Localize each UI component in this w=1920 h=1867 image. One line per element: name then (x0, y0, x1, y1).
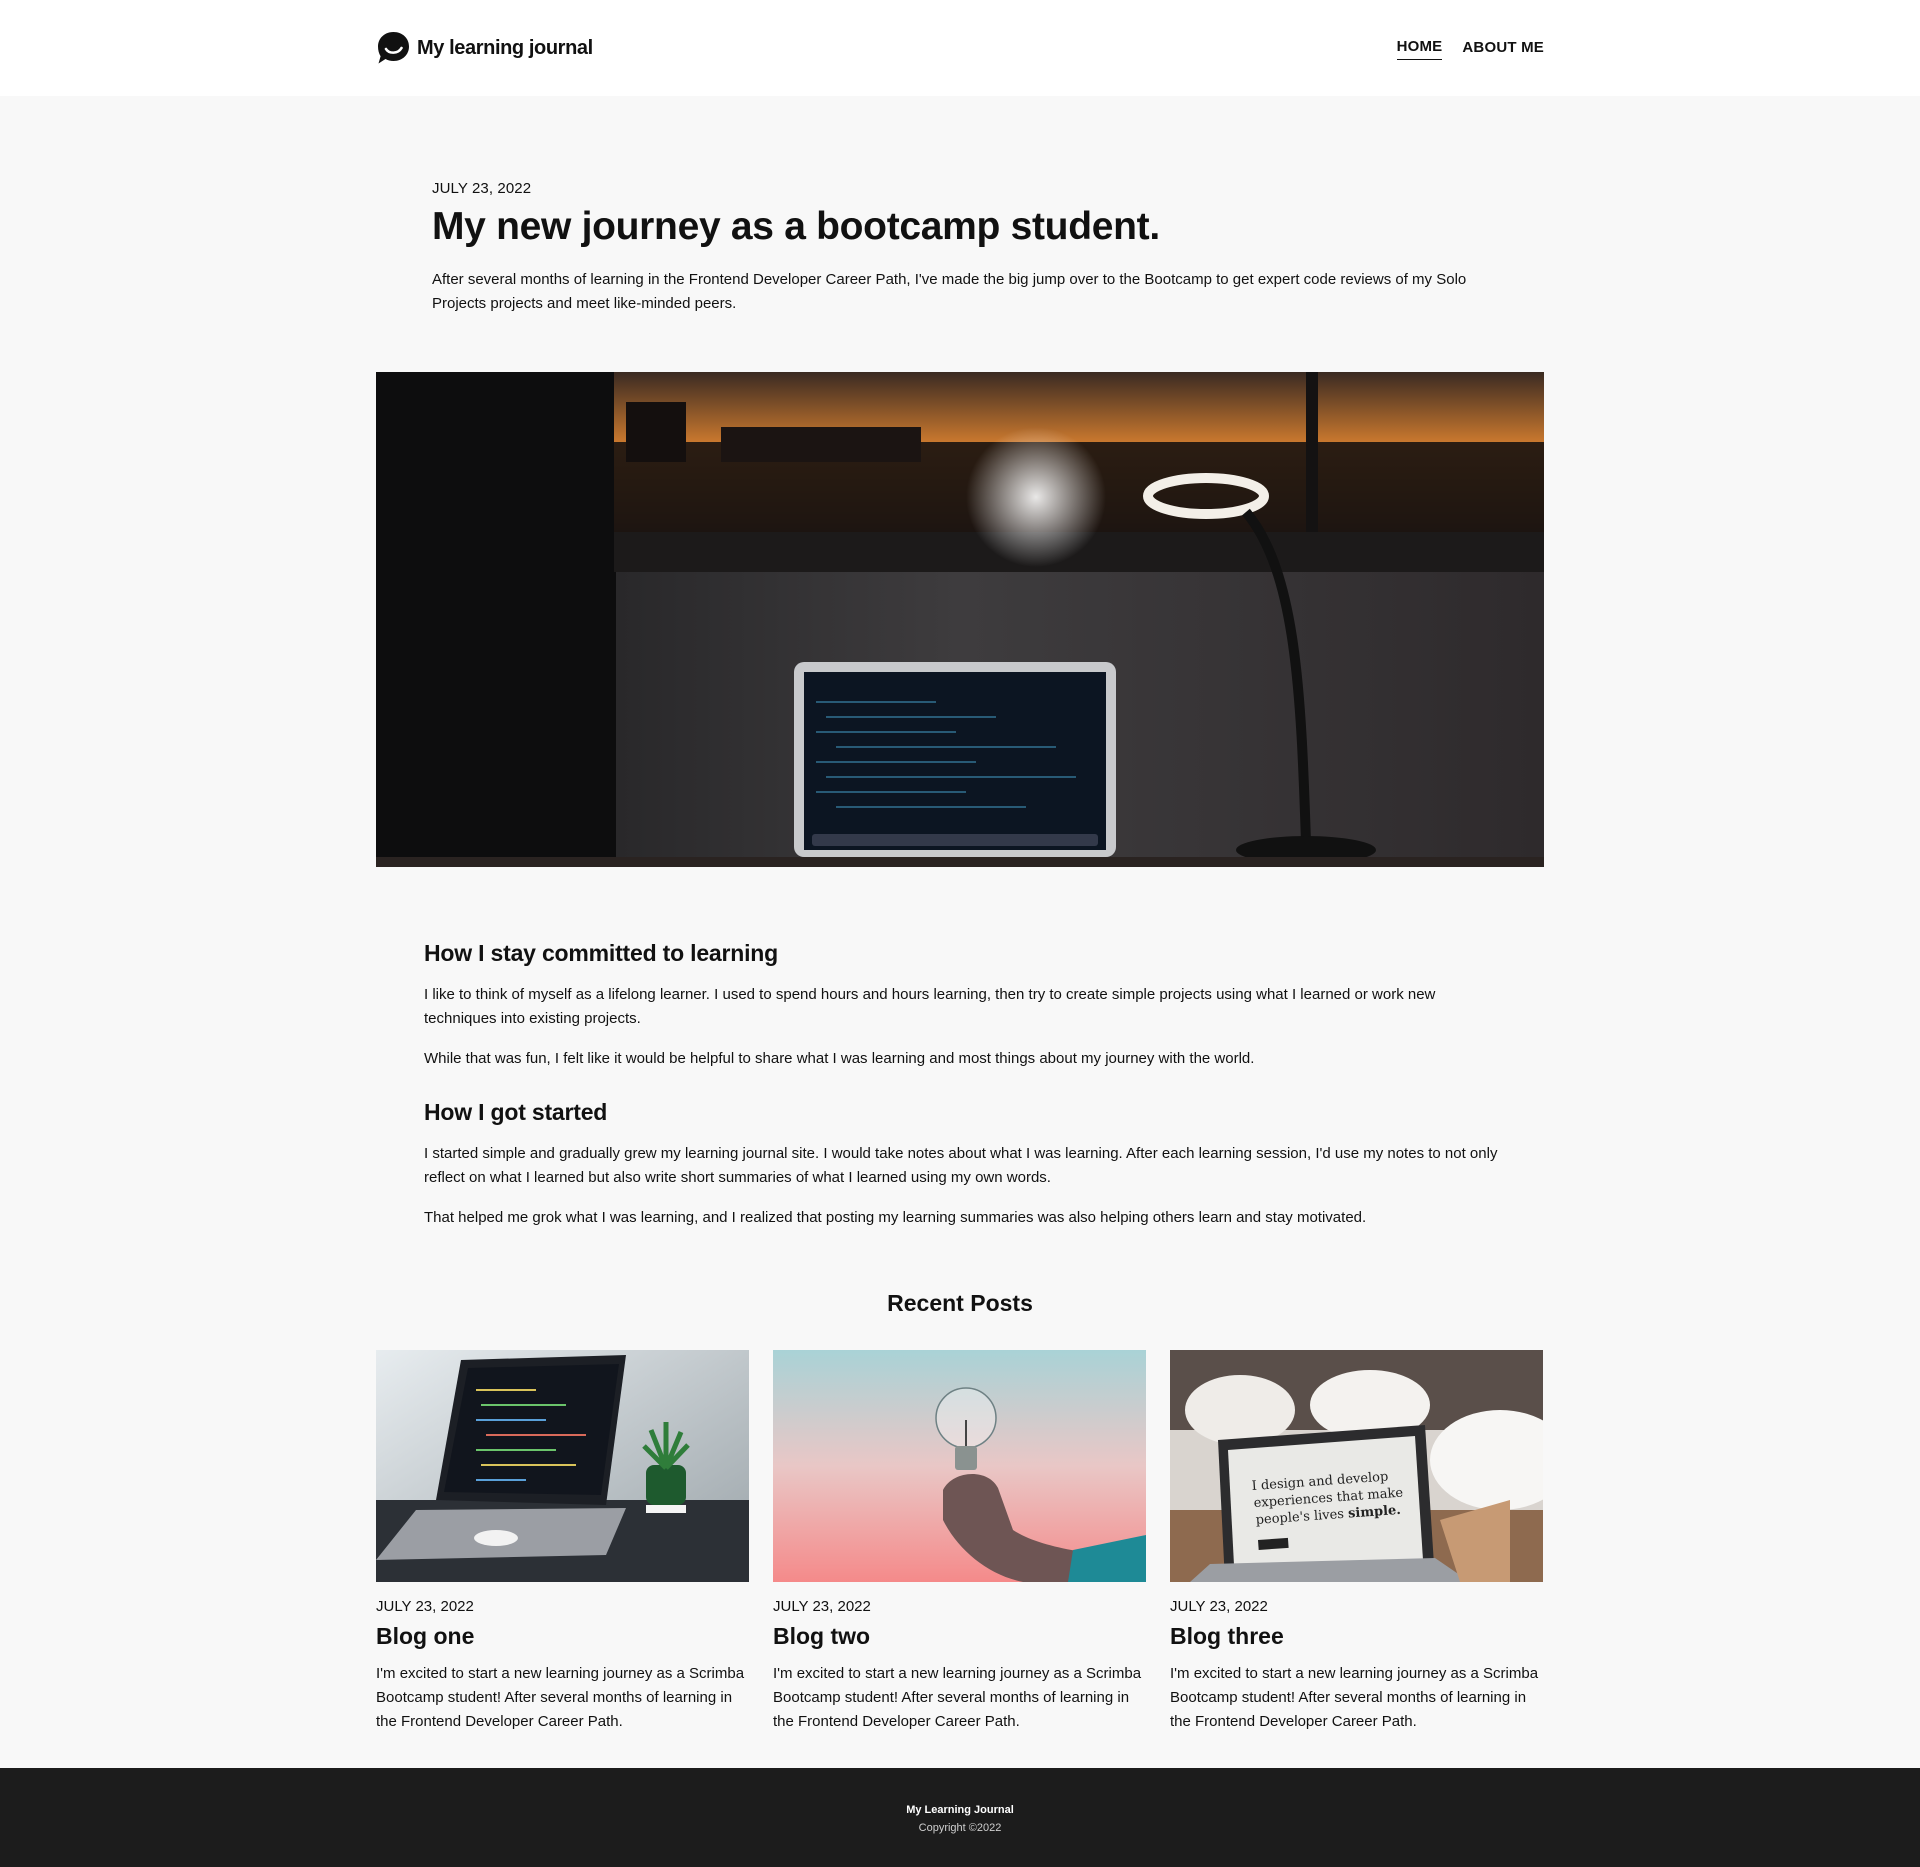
footer-copyright: Copyright ©2022 (918, 1822, 1002, 1834)
hero-title: My new journey as a bootcamp student. (432, 205, 1160, 248)
section-paragraph: I started simple and gradually grew my l… (424, 1145, 1498, 1186)
post-excerpt: I'm excited to start a new learning jour… (376, 1665, 745, 1730)
article-body: How I stay committed to learning I like … (424, 940, 1504, 1246)
site-header: My learning journal HOME ABOUT ME (0, 0, 1920, 96)
section-paragraph: While that was fun, I felt like it would… (424, 1050, 1255, 1067)
post-title[interactable]: Blog three (1170, 1623, 1543, 1650)
post-thumbnail (376, 1350, 749, 1582)
hero-image (376, 372, 1544, 867)
post-thumbnail: I design and develop experiences that ma… (1170, 1350, 1543, 1582)
hero-date: JULY 23, 2022 (432, 180, 532, 197)
post-title[interactable]: Blog one (376, 1623, 749, 1650)
speech-bubble-smile-icon (378, 32, 409, 64)
section-paragraph: That helped me grok what I was learning,… (424, 1209, 1367, 1226)
post-date: JULY 23, 2022 (773, 1598, 871, 1615)
section-heading: How I stay committed to learning (424, 940, 778, 966)
site-footer: My Learning Journal Copyright ©2022 (0, 1768, 1920, 1867)
recent-posts-list: JULY 23, 2022 Blog one I'm excited to st… (376, 1350, 1544, 1734)
post-card[interactable]: I design and develop experiences that ma… (1170, 1350, 1543, 1734)
recent-posts-title: Recent Posts (887, 1290, 1033, 1316)
main-nav: HOME ABOUT ME (1396, 38, 1544, 60)
post-thumbnail (773, 1350, 1146, 1582)
post-date: JULY 23, 2022 (376, 1598, 474, 1615)
post-date: JULY 23, 2022 (1170, 1598, 1268, 1615)
post-card[interactable]: JULY 23, 2022 Blog two I'm excited to st… (773, 1350, 1146, 1734)
brand-link[interactable]: My learning journal (376, 30, 593, 66)
post-title[interactable]: Blog two (773, 1623, 1146, 1650)
nav-about-link[interactable]: ABOUT ME (1462, 39, 1544, 60)
section-heading: How I got started (424, 1099, 608, 1125)
hero-description: After several months of learning in the … (432, 271, 1467, 312)
brand-name: My learning journal (417, 36, 593, 59)
footer-site-name: My Learning Journal (906, 1804, 1014, 1816)
post-excerpt: I'm excited to start a new learning jour… (773, 1665, 1142, 1730)
nav-home-link[interactable]: HOME (1396, 38, 1443, 60)
post-excerpt: I'm excited to start a new learning jour… (1170, 1665, 1539, 1730)
section-paragraph: I like to think of myself as a lifelong … (424, 986, 1436, 1027)
post-card[interactable]: JULY 23, 2022 Blog one I'm excited to st… (376, 1350, 749, 1734)
